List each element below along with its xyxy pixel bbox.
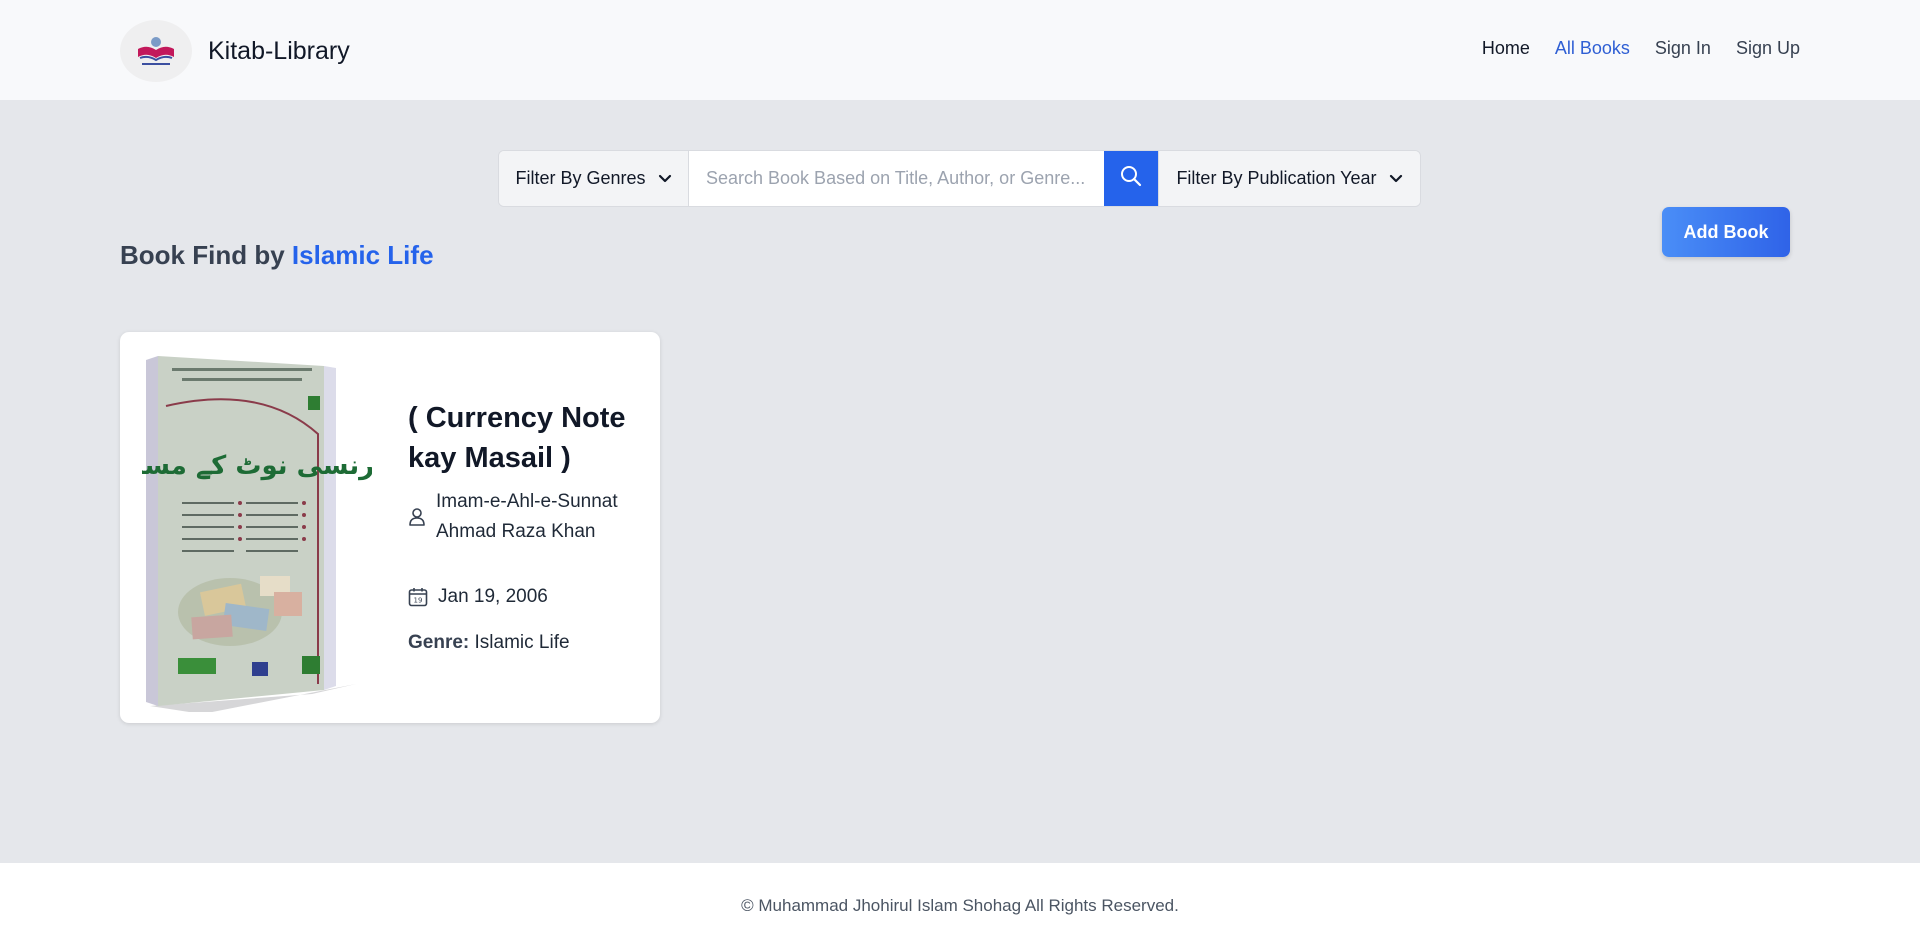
find-genre: Islamic Life — [291, 240, 434, 270]
book-author: Imam-e-Ahl-e-Sunnat Ahmad Raza Khan — [436, 491, 618, 542]
book-author-row: Imam-e-Ahl-e-Sunnat Ahmad Raza Khan — [408, 487, 638, 547]
filter-genres-label: Filter By Genres — [515, 168, 646, 188]
search-filter-bar: Filter By Genres Filter By Publication Y… — [498, 150, 1421, 207]
book-card[interactable]: کرنسی نوٹ کے مسائل ( Currency Note kay M… — [120, 332, 660, 723]
site-footer: © Muhammad Jhohirul Islam Shohag All Rig… — [0, 863, 1920, 948]
book-genre: Islamic Life — [474, 632, 570, 653]
nav-sign-in[interactable]: Sign In — [1655, 38, 1711, 59]
main-nav: Home All Books Sign In Sign Up — [1482, 38, 1800, 59]
book-title[interactable]: ( Currency Note kay Masail ) — [408, 398, 643, 478]
book-date: Jan 19, 2006 — [438, 586, 548, 607]
add-book-button[interactable]: Add Book — [1662, 207, 1790, 257]
site-header: Kitab-Library Home All Books Sign In Sig… — [0, 0, 1920, 100]
brand-link[interactable]: Kitab-Library — [120, 20, 350, 82]
calendar-icon: 19 — [408, 587, 428, 607]
footer-copyright: © Muhammad Jhohirul Islam Shohag All Rig… — [741, 896, 1179, 915]
book-genre-label: Genre: — [408, 632, 470, 653]
filter-genres-dropdown[interactable]: Filter By Genres — [499, 151, 689, 206]
chevron-down-icon — [1389, 168, 1403, 189]
nav-home[interactable]: Home — [1482, 38, 1530, 59]
search-input[interactable] — [689, 151, 1104, 206]
brand-name: Kitab-Library — [208, 36, 350, 65]
nav-sign-up[interactable]: Sign Up — [1736, 38, 1800, 59]
book-date-row: 19 Jan 19, 2006 — [408, 582, 548, 612]
search-button[interactable] — [1104, 151, 1158, 206]
search-icon — [1120, 165, 1142, 192]
book-cover-image: کرنسی نوٹ کے مسائل — [142, 356, 372, 712]
book-genre-row: Genre: Islamic Life — [408, 628, 570, 658]
nav-all-books[interactable]: All Books — [1555, 38, 1630, 59]
cover-title-text: کرنسی نوٹ کے مسائل — [142, 451, 372, 481]
user-icon — [408, 507, 426, 527]
chevron-down-icon — [658, 168, 672, 189]
filter-year-dropdown[interactable]: Filter By Publication Year — [1158, 151, 1420, 206]
logo — [120, 20, 192, 82]
filter-year-label: Filter By Publication Year — [1176, 168, 1377, 188]
find-prefix: Book Find by — [120, 240, 285, 270]
page-title: Book Find by Islamic Life — [120, 240, 434, 271]
svg-text:19: 19 — [414, 597, 423, 605]
